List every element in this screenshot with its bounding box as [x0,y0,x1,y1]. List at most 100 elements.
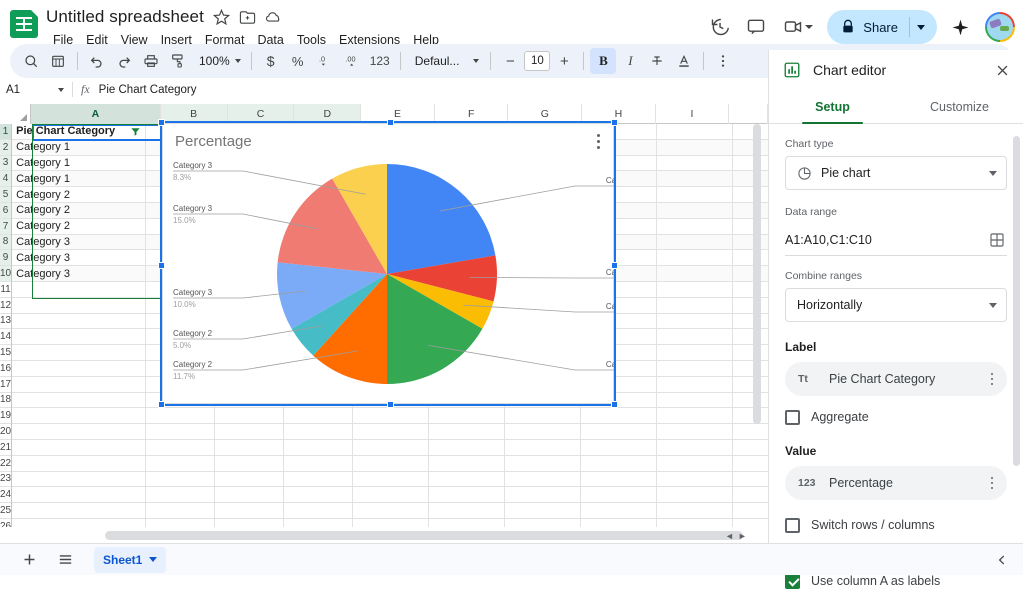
grid-cell[interactable] [353,408,430,425]
grid-horizontal-scrollbar[interactable] [0,527,768,544]
grid-cell[interactable] [581,424,658,440]
grid-cell[interactable] [12,329,147,346]
grid-cell[interactable] [284,408,354,425]
grid-cell[interactable]: Category 2 [12,187,147,203]
grid-cell[interactable] [12,360,147,377]
grid-cell[interactable] [12,408,147,425]
grid-cell[interactable] [215,518,285,527]
grid-cell[interactable] [284,518,354,527]
grid-cell[interactable] [12,503,147,519]
row-header[interactable]: 23 [0,471,12,488]
row-header[interactable]: 11 [0,281,12,298]
grid-cell[interactable] [581,439,658,456]
column-header-c[interactable]: C [227,104,295,124]
column-header-e[interactable]: E [361,104,435,124]
grid-cell[interactable] [284,439,354,456]
column-header-i[interactable]: I [656,104,730,124]
combine-ranges-select[interactable]: Horizontally [785,288,1007,322]
grid-cell[interactable] [12,297,147,314]
grid-cell[interactable] [353,471,430,488]
grid-cell[interactable] [284,471,354,488]
row-header[interactable]: 13 [0,313,12,330]
row-header[interactable]: 1 [0,124,12,140]
grid-cell[interactable] [657,424,734,440]
grid-cell[interactable] [581,487,658,504]
grid-cell[interactable] [657,139,734,156]
grid-cell[interactable] [657,360,734,377]
zoom-selector[interactable]: 100% [192,48,245,74]
grid-cell[interactable] [657,202,734,219]
row-header[interactable]: 2 [0,139,12,156]
grid-cell[interactable] [146,503,216,519]
grid-cell[interactable] [657,297,734,314]
pie-chart-object[interactable]: Percentage Category 122.3%Category 16.7%… [162,123,615,404]
number-format-button[interactable]: 123 [366,48,394,74]
grid-cell[interactable] [505,439,582,456]
select-all-corner[interactable] [0,104,32,124]
grid-cell[interactable] [505,503,582,519]
column-header-b[interactable]: B [160,104,228,124]
grid-cell[interactable] [657,518,734,527]
grid-cell[interactable] [353,424,430,440]
grid-cell[interactable] [505,487,582,504]
grid-cell[interactable] [657,155,734,172]
grid-cell[interactable] [429,487,506,504]
grid-cell[interactable] [429,439,506,456]
increase-decimal-button[interactable]: .00 [339,48,365,74]
scroll-right-icon[interactable]: ► [738,531,747,541]
grid-cell[interactable] [284,487,354,504]
row-header[interactable]: 12 [0,297,12,314]
grid-cell[interactable] [146,455,216,472]
decrease-font-size-button[interactable]: − [497,48,523,74]
grid-cell[interactable] [657,234,734,251]
grid-cell[interactable] [429,503,506,519]
grid-cell[interactable] [505,455,582,472]
grid-cell[interactable] [657,266,734,282]
grid-cell[interactable] [505,424,582,440]
add-sheet-icon[interactable] [14,547,44,573]
row-header[interactable]: 26 [0,518,12,527]
decrease-decimal-button[interactable]: .0 [312,48,338,74]
version-history-icon[interactable] [703,10,737,44]
grid-cell[interactable] [657,376,734,393]
grid-cell[interactable] [581,408,658,425]
grid-cell[interactable] [657,503,734,519]
grid-cell[interactable] [12,487,147,504]
grid-cell[interactable] [215,424,285,440]
redo-icon[interactable] [111,48,137,74]
grid-cell[interactable] [353,518,430,527]
grid-cell[interactable] [12,281,147,298]
grid-cell[interactable] [12,424,147,440]
grid-cell[interactable] [12,471,147,488]
document-title[interactable]: Untitled spreadsheet [46,7,204,27]
grid-cell[interactable] [215,471,285,488]
grid-cell[interactable]: Category 3 [12,234,147,251]
grid-cell[interactable] [353,487,430,504]
grid-cell[interactable] [215,503,285,519]
row-header[interactable]: 22 [0,455,12,472]
grid-cell[interactable] [657,124,734,140]
row-header[interactable]: 24 [0,487,12,504]
column-header-g[interactable]: G [508,104,583,124]
grid-cell[interactable] [429,518,506,527]
row-header[interactable]: 6 [0,202,12,219]
value-chip[interactable]: 123 Percentage [785,466,1007,500]
print-icon[interactable] [138,48,164,74]
text-color-button[interactable] [671,48,697,74]
formula-input[interactable]: Pie Chart Category [99,84,197,96]
select-data-range-icon[interactable] [987,230,1007,250]
grid-cell[interactable] [581,503,658,519]
grid-cell[interactable] [284,455,354,472]
grid-cell[interactable]: Category 1 [12,171,147,188]
grid-cell[interactable] [12,392,147,409]
label-chip-menu-icon[interactable] [983,370,1001,388]
tab-customize[interactable]: Customize [896,90,1023,123]
grid-cell[interactable] [657,345,734,361]
grid-cell[interactable] [353,455,430,472]
scroll-arrows[interactable]: ◄ ► [725,528,759,543]
grid-cell[interactable]: Pie Chart Category [12,124,147,140]
grid-cell[interactable] [429,424,506,440]
column-header-j[interactable] [729,104,768,124]
undo-icon[interactable] [84,48,110,74]
row-header[interactable]: 14 [0,329,12,346]
